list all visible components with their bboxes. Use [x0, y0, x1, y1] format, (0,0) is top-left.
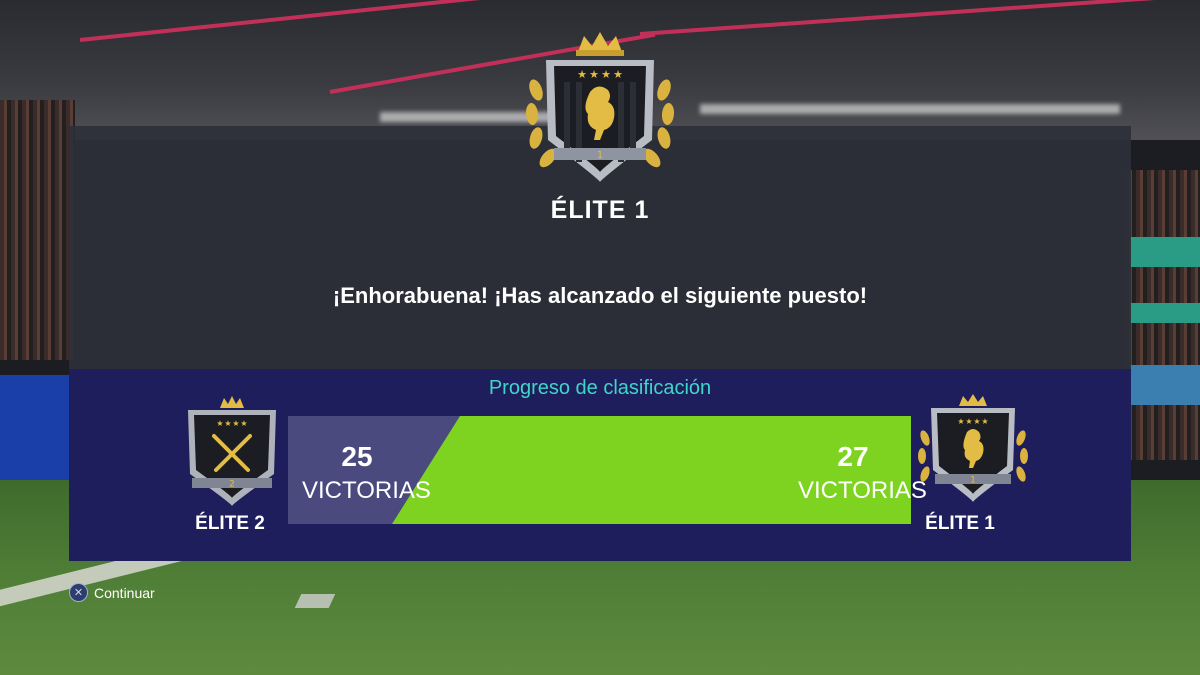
elite-1-badge-icon: ★ ★ ★ ★ 1 — [525, 32, 675, 182]
svg-text:★: ★ — [577, 68, 587, 81]
next-rank-label: ÉLITE 1 — [925, 513, 995, 534]
crowd-left — [0, 100, 75, 360]
congratulations-message: ¡Enhorabuena! ¡Has alcanzado el siguient… — [332, 283, 868, 308]
elite-2-badge-icon: ★ ★ ★ ★ 2 — [188, 396, 276, 506]
elite-1-badge-icon: ★ ★ ★ ★ 1 — [918, 394, 1028, 502]
svg-text:★: ★ — [224, 419, 231, 428]
badge-number: 2 — [229, 480, 235, 490]
svg-text:★: ★ — [973, 417, 980, 426]
svg-text:★: ★ — [589, 68, 599, 81]
svg-text:★: ★ — [957, 417, 964, 426]
pitch-mark — [294, 594, 336, 608]
previous-rank-label: ÉLITE 2 — [195, 513, 265, 534]
svg-text:★: ★ — [613, 68, 623, 81]
target-wins-label: VICTORIAS — [798, 477, 927, 504]
roof-light — [700, 104, 1120, 114]
start-wins-value: 25 — [341, 441, 373, 472]
start-wins-label: VICTORIAS — [302, 477, 431, 504]
continue-button[interactable]: ✕ Continuar — [69, 583, 155, 602]
cross-button-icon: ✕ — [69, 583, 88, 602]
svg-text:★: ★ — [601, 68, 611, 81]
rank-title: ÉLITE 1 — [550, 196, 650, 224]
advert-board-right — [1130, 237, 1200, 267]
badge-number: 1 — [597, 150, 603, 161]
svg-text:★: ★ — [216, 419, 223, 428]
svg-text:★: ★ — [240, 419, 247, 428]
badge-number: 1 — [970, 476, 976, 486]
svg-text:★: ★ — [965, 417, 972, 426]
svg-text:★: ★ — [232, 419, 239, 428]
target-wins-value: 27 — [837, 441, 869, 472]
svg-text:★: ★ — [981, 417, 988, 426]
continue-label: Continuar — [94, 584, 155, 601]
